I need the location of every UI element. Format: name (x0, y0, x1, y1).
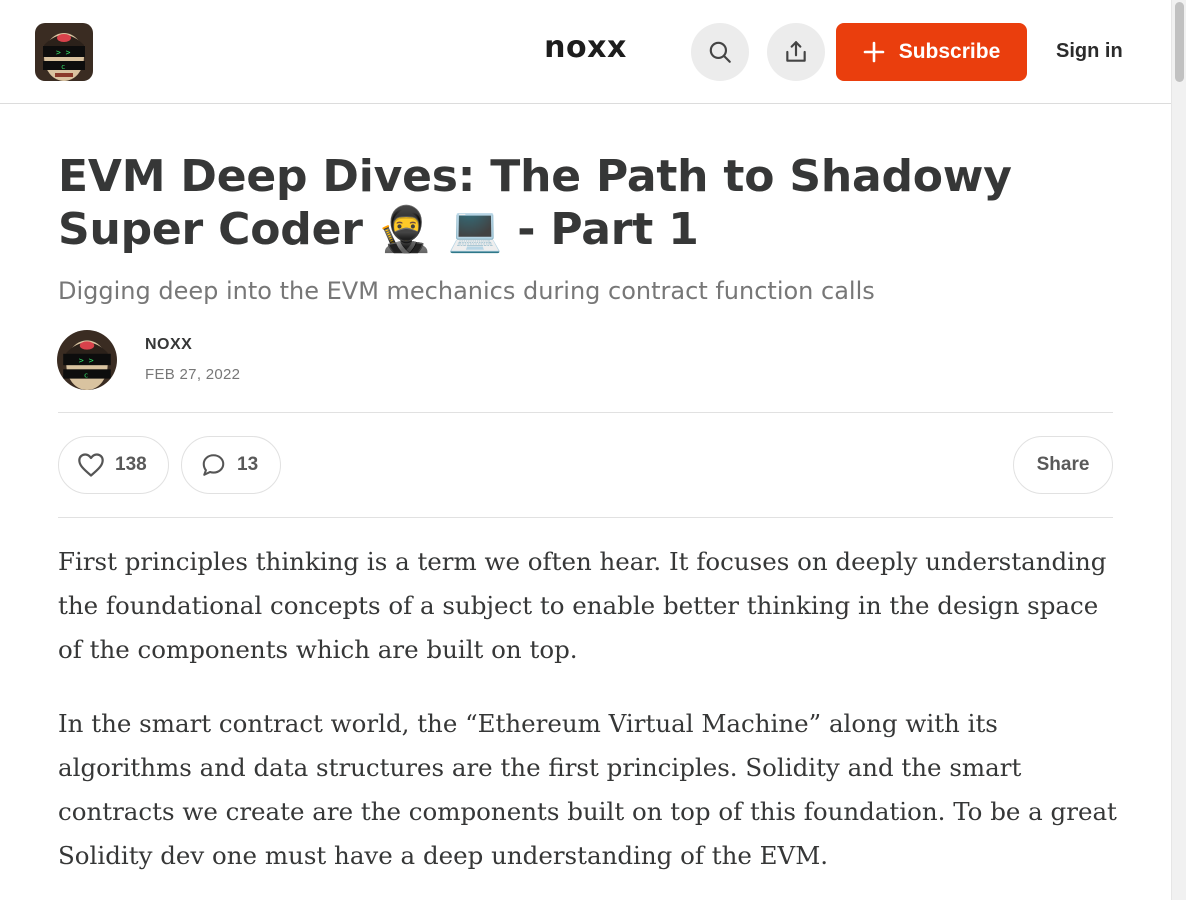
share-button[interactable]: Share (1013, 436, 1113, 494)
sign-in-link[interactable]: Sign in (1056, 40, 1123, 63)
svg-text:> >: > > (56, 48, 71, 57)
share-label: Share (1036, 454, 1090, 475)
like-button[interactable]: 138 (58, 436, 169, 494)
comments-button[interactable]: 13 (181, 436, 281, 494)
search-icon (709, 41, 731, 63)
subscribe-label: Subscribe (898, 40, 1001, 63)
search-button[interactable] (691, 23, 749, 81)
body-paragraph: First principles thinking is a term we o… (58, 547, 1107, 664)
share-post-button[interactable] (767, 23, 825, 81)
heart-icon (78, 453, 104, 477)
body-paragraph: In the smart contract world, the “Ethere… (58, 709, 1117, 870)
site-header: > > c noxx Subscribe Sign in (0, 0, 1171, 104)
svg-text:> >: > > (79, 355, 94, 365)
article-subtitle: Digging deep into the EVM mechanics duri… (58, 277, 875, 305)
publication-name[interactable]: noxx (544, 30, 627, 65)
comment-count: 13 (237, 454, 259, 475)
share-upload-icon (786, 41, 806, 62)
comment-bubble-icon (202, 454, 225, 476)
plus-icon (863, 41, 885, 63)
article-body: First principles thinking is a term we o… (58, 540, 1118, 908)
scrollbar-thumb[interactable] (1175, 2, 1184, 82)
author-avatar[interactable]: > > c (57, 330, 117, 390)
post-date: FEB 27, 2022 (145, 366, 241, 383)
article-title: EVM Deep Dives: The Path to Shadowy Supe… (58, 151, 1012, 255)
subscribe-button[interactable]: Subscribe (836, 23, 1027, 81)
divider (58, 412, 1113, 413)
author-name[interactable]: NOXX (145, 336, 192, 354)
article-page: > > c noxx Subscribe Sign in EVM Deep Di… (0, 0, 1171, 900)
publication-logo[interactable]: > > c (35, 23, 93, 81)
svg-text:c: c (84, 371, 88, 380)
svg-text:c: c (61, 63, 65, 71)
like-count: 138 (115, 454, 147, 475)
page-scrollbar[interactable] (1171, 0, 1186, 900)
divider (58, 517, 1113, 518)
